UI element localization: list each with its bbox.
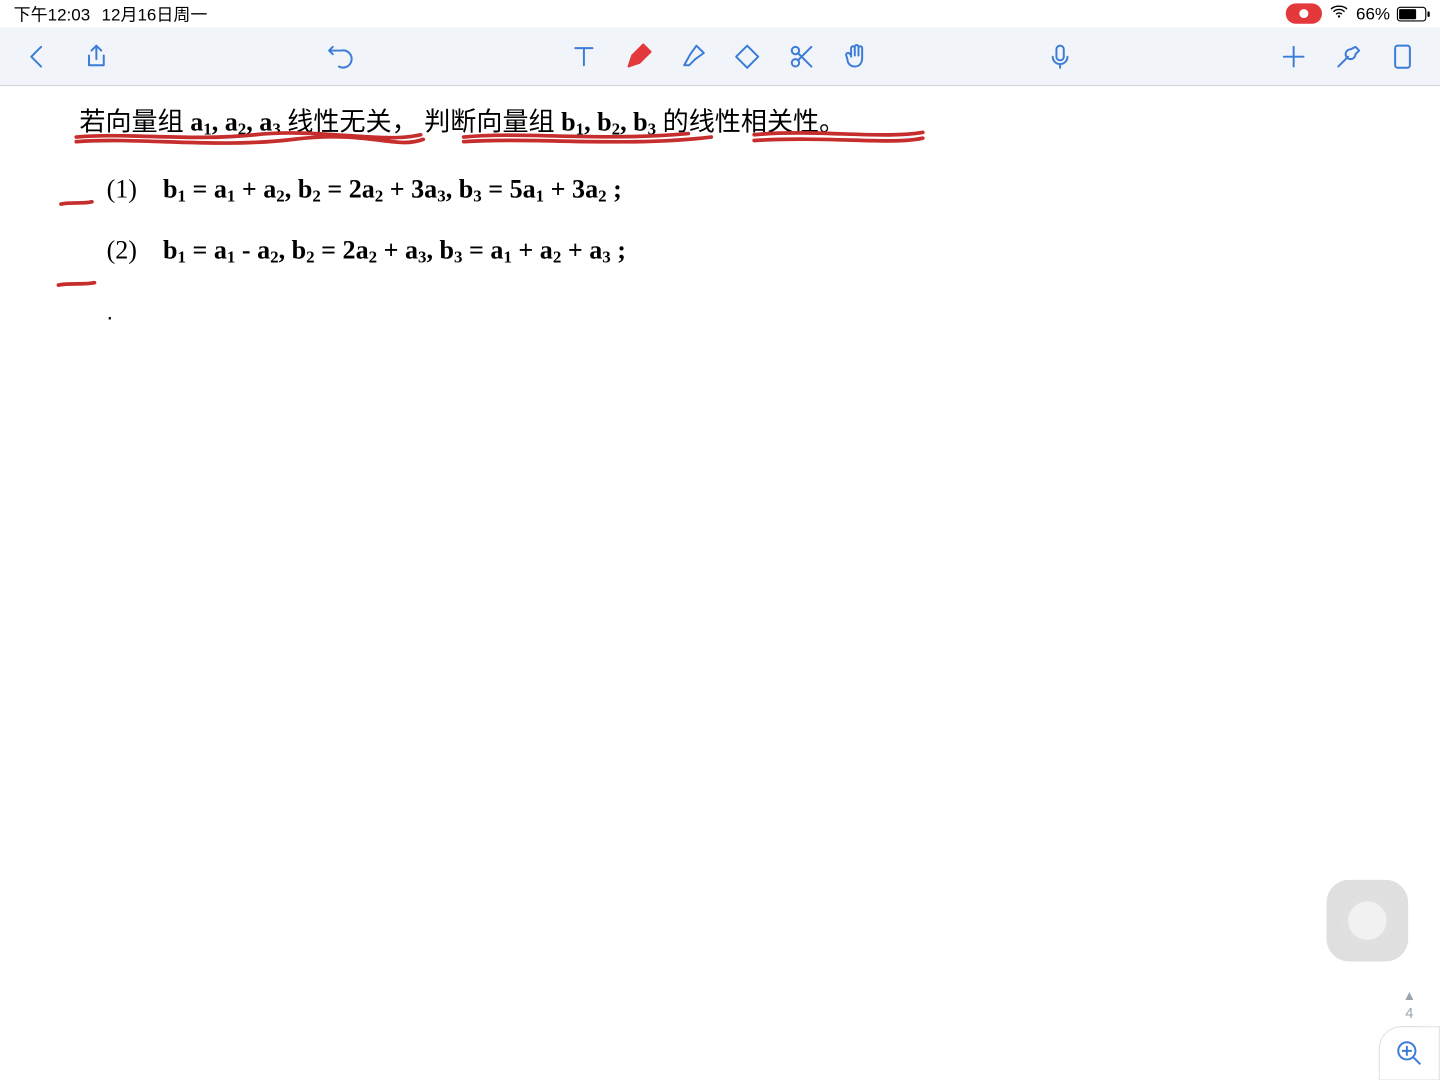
undo-icon[interactable] (323, 39, 357, 73)
question-prompt: 若向量组 a1, a2, a3 线性无关， 判断向量组 b1, b2, b3 的… (79, 102, 1360, 145)
zoom-in-button[interactable] (1379, 1026, 1440, 1080)
back-icon[interactable] (20, 39, 54, 73)
battery-percent: 66% (1356, 4, 1390, 23)
lasso-scissors-icon[interactable] (785, 39, 819, 73)
text-tool-icon[interactable] (567, 39, 601, 73)
prompt-text: 若向量组 (79, 108, 183, 136)
microphone-icon[interactable] (1043, 39, 1077, 73)
wifi-icon (1329, 1, 1349, 26)
eraser-tool-icon[interactable] (730, 39, 764, 73)
highlighter-tool-icon[interactable] (676, 39, 710, 73)
status-time: 下午12:03 (14, 2, 91, 26)
item-1-equation: b1 = a1 + a2, b2 = 2a2 + 3a3, b3 = 5a1 +… (163, 174, 622, 202)
share-icon[interactable] (79, 39, 113, 73)
item-1: (1) b1 = a1 + a2, b2 = 2a2 + 3a3, b3 = 5… (107, 174, 1361, 207)
toolbar (0, 27, 1440, 86)
assistive-touch-button[interactable] (1327, 880, 1409, 962)
item-1-label: (1) (107, 174, 157, 203)
status-date: 12月16日周一 (102, 2, 208, 26)
page-up-icon[interactable]: ▲ (1403, 989, 1416, 1003)
hand-tool-icon[interactable] (839, 39, 873, 73)
vectors-b: b1, b2, b3 (561, 108, 656, 136)
annotation-layer (0, 86, 1440, 1080)
status-bar: 下午12:03 12月16日周一 66% (0, 0, 1440, 27)
add-icon[interactable] (1277, 39, 1311, 73)
prompt-text: 的线性相关性。 (663, 108, 846, 136)
page-current: 4 (1405, 1005, 1413, 1022)
stray-dot: . (107, 301, 1361, 327)
item-2-equation: b1 = a1 - a2, b2 = 2a2 + a3, b3 = a1 + a… (163, 236, 626, 264)
note-canvas[interactable]: 若向量组 a1, a2, a3 线性无关， 判断向量组 b1, b2, b3 的… (0, 86, 1440, 1080)
vectors-a: a1, a2, a3 (190, 108, 281, 136)
page-icon[interactable] (1386, 39, 1420, 73)
prompt-text: 判断向量组 (424, 108, 554, 136)
recording-indicator-icon (1286, 3, 1322, 23)
settings-wrench-icon[interactable] (1331, 39, 1365, 73)
pen-tool-icon[interactable] (621, 39, 655, 73)
prompt-text: 线性无关， (287, 108, 417, 136)
item-2: (2) b1 = a1 - a2, b2 = 2a2 + a3, b3 = a1… (107, 236, 1361, 269)
item-2-label: (2) (107, 236, 157, 265)
battery-icon (1397, 6, 1426, 21)
assistive-touch-inner-icon (1341, 895, 1393, 947)
